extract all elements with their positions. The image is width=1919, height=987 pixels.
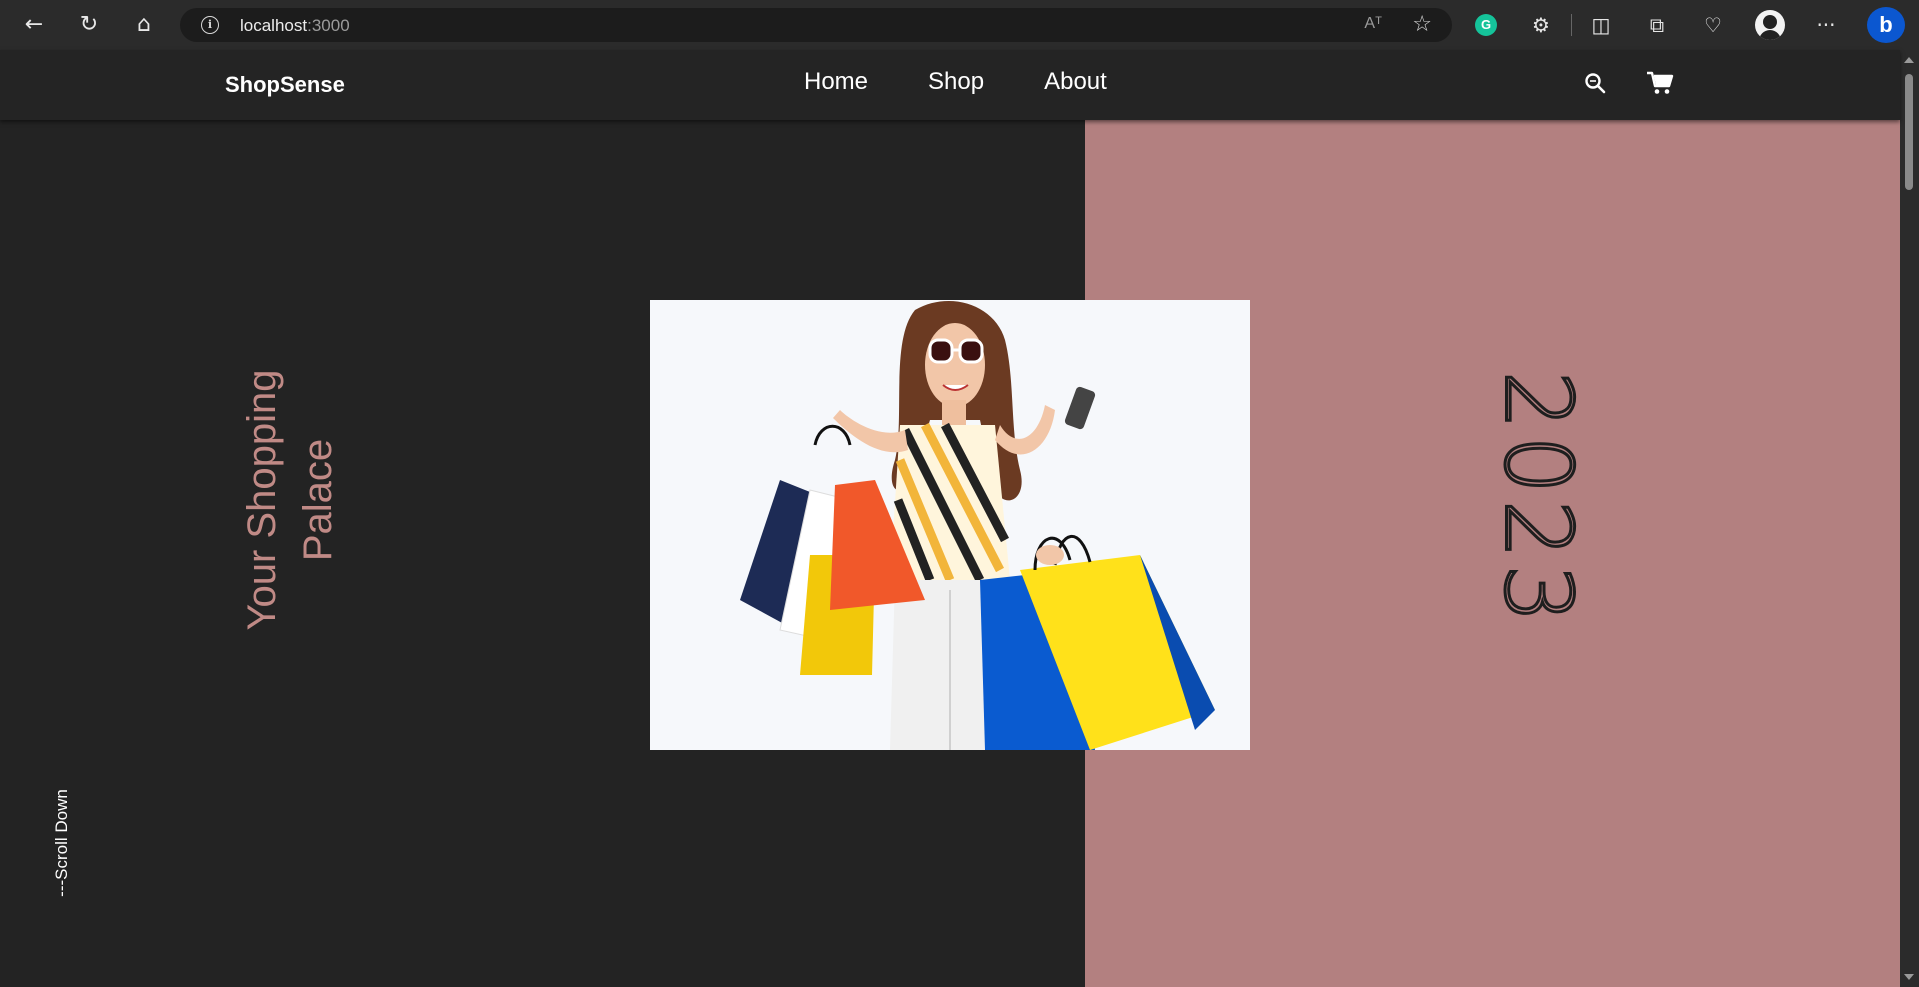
url-port: :3000: [307, 16, 350, 35]
read-aloud-icon[interactable]: Aᵀ: [1364, 15, 1382, 33]
hero-shopping-woman-image: [650, 300, 1250, 750]
hero-year: 2023: [1483, 369, 1593, 630]
url-text[interactable]: localhost:3000: [240, 16, 350, 36]
avatar-body: [1759, 30, 1781, 40]
nav-shop-link[interactable]: Shop: [928, 68, 984, 96]
search-icon[interactable]: [1584, 72, 1606, 94]
nav-about-link[interactable]: About: [1044, 68, 1107, 96]
site-header: ShopSense Home Shop About: [0, 50, 1900, 120]
refresh-icon[interactable]: ↻: [76, 12, 102, 38]
avatar-head: [1763, 15, 1777, 29]
scroll-down-hint[interactable]: ---Scroll Down: [52, 789, 72, 897]
grammarly-extension-icon[interactable]: G: [1475, 14, 1497, 36]
address-bar[interactable]: i localhost:3000 Aᵀ ☆: [180, 8, 1452, 42]
nav-home-link[interactable]: Home: [804, 68, 868, 96]
url-host: localhost: [240, 16, 308, 35]
toolbar-separator: [1571, 14, 1572, 36]
scroll-down-arrow-icon[interactable]: [1904, 974, 1914, 980]
site-info-icon[interactable]: i: [201, 16, 219, 34]
scrollbar-thumb[interactable]: [1905, 74, 1913, 190]
scroll-up-arrow-icon[interactable]: [1904, 57, 1914, 63]
favorite-star-icon[interactable]: ☆: [1412, 12, 1432, 37]
page-scrollbar[interactable]: [1900, 50, 1919, 987]
home-icon[interactable]: ⌂: [131, 12, 157, 38]
extensions-icon[interactable]: ⚙: [1528, 12, 1554, 38]
browser-essentials-icon[interactable]: ♡: [1700, 12, 1726, 38]
back-icon[interactable]: ←: [21, 12, 47, 38]
bing-copilot-icon[interactable]: b: [1867, 7, 1905, 43]
brand-logo[interactable]: ShopSense: [225, 72, 345, 98]
collections-icon[interactable]: ⧉: [1644, 12, 1670, 38]
profile-avatar[interactable]: [1755, 10, 1785, 40]
shopping-woman-illustration: [650, 300, 1250, 750]
main-nav: Home Shop About: [804, 68, 1107, 96]
split-screen-icon[interactable]: ◫: [1588, 12, 1614, 38]
cart-icon[interactable]: [1646, 70, 1674, 96]
more-options-icon[interactable]: ···: [1813, 12, 1839, 38]
browser-toolbar: ← ↻ ⌂ i localhost:3000 Aᵀ ☆ G ⚙ ◫ ⧉ ♡ ··…: [0, 0, 1919, 50]
hero-tagline: Your Shopping Palace: [240, 369, 340, 631]
